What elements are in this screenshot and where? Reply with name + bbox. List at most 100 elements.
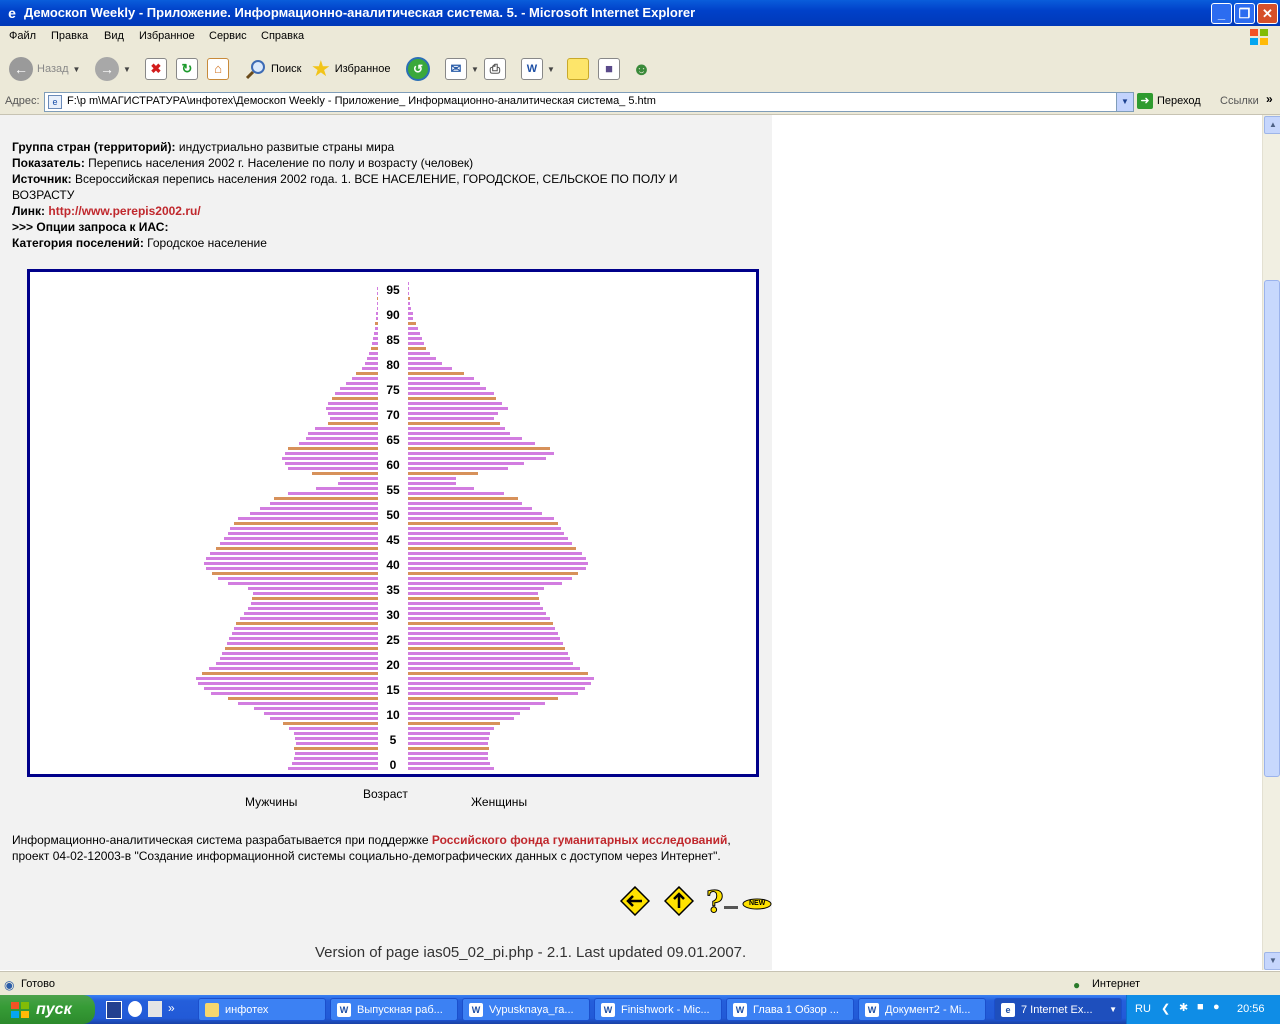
close-button[interactable]: ✕ [1257, 3, 1278, 24]
male-bar [288, 492, 378, 495]
research-icon: ■ [598, 58, 620, 80]
scroll-down-icon[interactable]: ▼ [1264, 952, 1280, 970]
desktop-icon[interactable] [148, 1001, 162, 1017]
back-button[interactable]: ← Назад ▼ [9, 56, 80, 82]
female-bar [408, 367, 452, 370]
male-bar [212, 572, 378, 575]
home-button[interactable]: ⌂ [207, 56, 229, 82]
task-button-ie[interactable]: e 7 Internet Ex... ▼ [994, 998, 1122, 1021]
vertical-scrollbar[interactable]: ▲ ▼ [1262, 115, 1280, 970]
male-bar [285, 452, 378, 455]
male-bar [292, 762, 378, 765]
menu-file[interactable]: Файл [9, 30, 36, 42]
research-button[interactable]: ■ [598, 56, 620, 82]
forward-dropdown-icon[interactable]: ▼ [123, 65, 131, 74]
female-bar [408, 457, 546, 460]
address-dropdown-icon[interactable]: ▼ [1116, 93, 1133, 111]
female-bar [408, 417, 494, 420]
menu-favorites[interactable]: Избранное [139, 30, 195, 42]
help-question-icon[interactable]: ? [704, 886, 740, 916]
male-bar [204, 687, 378, 690]
age-tick-label: 10 [386, 708, 400, 722]
female-bar [408, 542, 572, 545]
task-button-2[interactable]: W Vypusknaya_ra... [462, 998, 590, 1021]
maximize-button[interactable]: ❐ [1234, 3, 1255, 24]
task-button-4[interactable]: W Глава 1 Обзор ... [726, 998, 854, 1021]
language-indicator[interactable]: RU [1135, 1003, 1151, 1015]
male-bar [274, 497, 378, 500]
back-dropdown-icon[interactable]: ▼ [73, 65, 81, 74]
stop-button[interactable]: ✖ [145, 56, 167, 82]
male-bar [373, 337, 378, 340]
mail-dropdown-icon[interactable]: ▼ [471, 65, 479, 74]
tray-back-icon[interactable]: ❮ [1161, 1002, 1170, 1015]
go-button[interactable]: ➜ Переход [1137, 93, 1201, 109]
male-bar [294, 732, 378, 735]
female-bar [408, 412, 498, 415]
group-dropdown-icon: ▼ [1109, 1005, 1117, 1014]
male-bar [285, 462, 378, 465]
forward-button[interactable]: → ▼ [95, 56, 131, 82]
female-bar [408, 667, 580, 670]
links-label[interactable]: Ссылки [1220, 95, 1259, 107]
scroll-up-icon[interactable]: ▲ [1264, 116, 1280, 134]
task-button-infotech[interactable]: инфотех [198, 998, 326, 1021]
task-button-1[interactable]: W Выпускная раб... [330, 998, 458, 1021]
back-arrow-icon[interactable] [620, 886, 650, 916]
male-bar [295, 737, 378, 740]
discuss-button[interactable] [567, 56, 589, 82]
media-player-icon[interactable] [128, 1001, 142, 1017]
scroll-thumb[interactable] [1264, 280, 1280, 777]
menu-edit[interactable]: Правка [51, 30, 88, 42]
footer-text-3: проект 04-02-12003-в "Создание информаци… [12, 849, 721, 863]
address-field[interactable]: e F:\p m\МАГИСТРАТУРА\инфотех\Демоскоп W… [44, 92, 1134, 112]
task-button-3[interactable]: W Finishwork - Mic... [594, 998, 722, 1021]
search-button[interactable]: Поиск [245, 56, 301, 82]
history-button[interactable]: ↺ [406, 56, 430, 82]
male-bar [374, 332, 378, 335]
minimize-button[interactable]: _ [1211, 3, 1232, 24]
rfh-link[interactable]: Российского фонда гуманитарных исследова… [432, 833, 728, 847]
title-bar: e Демоскоп Weekly - Приложение. Информац… [0, 0, 1280, 26]
options-label[interactable]: >>> Опции запроса к ИАС: [12, 220, 168, 234]
task-label: Документ2 - Mi... [885, 1003, 971, 1016]
favorites-button[interactable]: ★ Избранное [311, 56, 390, 82]
status-bar: ◉ Готово ● Интернет [0, 971, 1280, 996]
female-bar [408, 432, 510, 435]
up-arrow-icon[interactable] [664, 886, 694, 916]
age-tick-label: 85 [386, 333, 400, 347]
task-button-5[interactable]: W Документ2 - Mi... [858, 998, 986, 1021]
male-bar [230, 527, 378, 530]
print-button[interactable]: ⎙ [484, 56, 506, 82]
male-bar [316, 487, 378, 490]
male-bar [206, 557, 378, 560]
male-bar [224, 537, 378, 540]
female-bar [408, 517, 554, 520]
bluetooth-icon[interactable]: ✱ [1179, 1001, 1188, 1014]
menu-tools[interactable]: Сервис [209, 30, 247, 42]
female-bar [408, 492, 504, 495]
edit-dropdown-icon[interactable]: ▼ [547, 65, 555, 74]
refresh-button[interactable]: ↻ [176, 56, 198, 82]
word-icon: W [733, 1002, 747, 1017]
menu-view[interactable]: Вид [104, 30, 124, 42]
search-icon [245, 60, 265, 80]
quick-launch-chevron-icon[interactable]: » [168, 1001, 175, 1019]
mail-button[interactable]: ✉ ▼ [445, 56, 479, 82]
male-bar [376, 317, 378, 320]
tray-app-icon[interactable]: ● [1213, 1001, 1220, 1013]
male-bar [264, 712, 378, 715]
footer-text-2: , [727, 833, 731, 847]
start-button[interactable]: пуск [0, 995, 95, 1024]
tray-shield-icon[interactable]: ■ [1197, 1001, 1204, 1013]
male-bar [288, 767, 378, 770]
census-link[interactable]: http://www.perepis2002.ru/ [48, 204, 200, 218]
edit-button[interactable]: W ▼ [521, 56, 555, 82]
female-bar [408, 292, 409, 295]
menu-help[interactable]: Справка [261, 30, 304, 42]
address-value[interactable]: F:\p m\МАГИСТРАТУРА\инфотех\Демоскоп Wee… [67, 95, 656, 107]
quick-launch-app-icon[interactable] [106, 1001, 122, 1019]
messenger-button[interactable]: ☻ [632, 56, 651, 82]
links-chevron-icon[interactable]: » [1266, 92, 1273, 106]
word-icon: W [469, 1002, 483, 1017]
